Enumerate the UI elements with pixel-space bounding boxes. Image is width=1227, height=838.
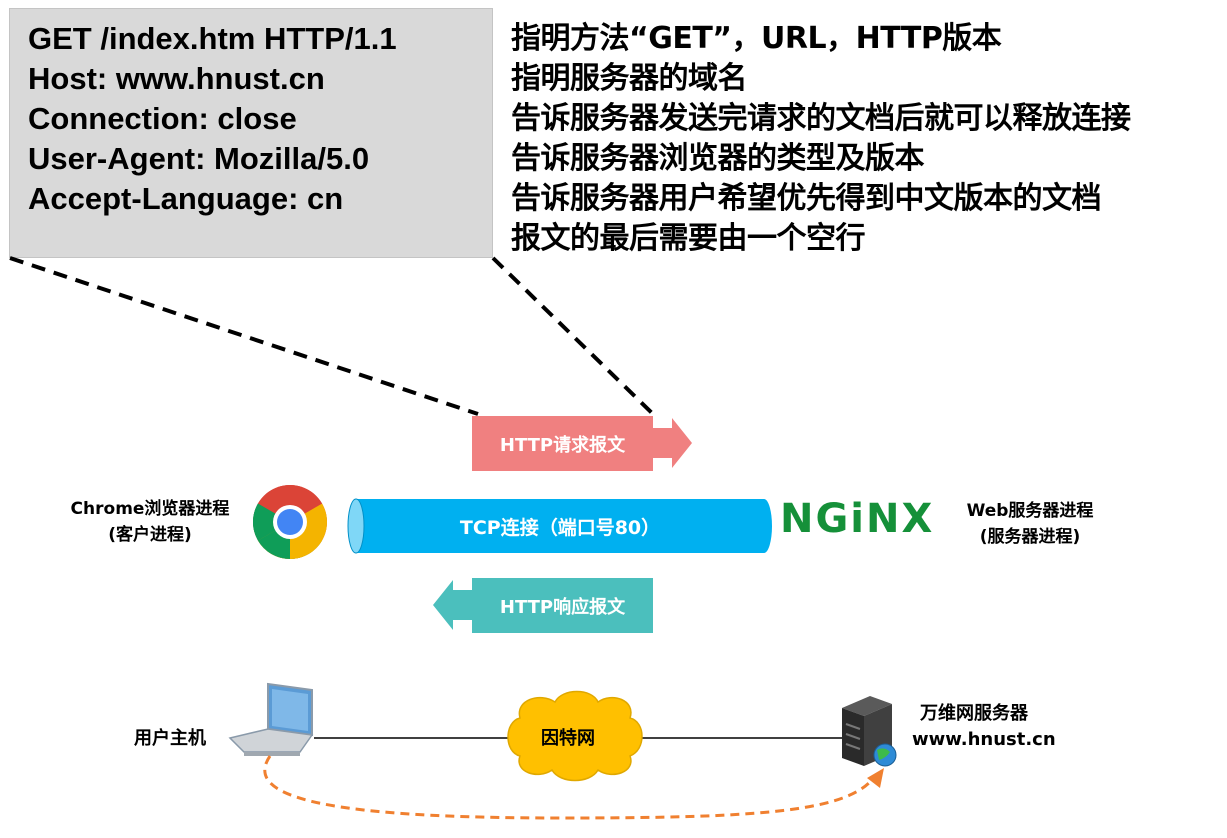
client-line2: (客户进程)	[108, 525, 192, 545]
http-request-label: HTTP请求报文	[499, 434, 626, 456]
server-icon	[842, 696, 897, 767]
request-arrow-head	[653, 418, 692, 468]
callout-dashed-line-right	[491, 256, 655, 416]
chrome-icon	[253, 485, 327, 559]
tcp-connection-label: TCP连接（端口号80）	[459, 516, 661, 539]
internet-label: 因特网	[541, 728, 595, 749]
server-line2: (服务器进程)	[979, 527, 1081, 547]
client-line1: Chrome浏览器进程	[70, 499, 230, 519]
server-process-label: Web服务器进程 (服务器进程)	[945, 498, 1115, 550]
response-arrow-head	[433, 580, 472, 630]
callout-dashed-line-left	[9, 256, 479, 416]
http-response-arrow: HTTP响应报文	[472, 578, 653, 633]
nginx-logo: NGiNX	[780, 496, 935, 542]
web-server-label: 万维网服务器	[920, 703, 1028, 724]
http-request-arrow: HTTP请求报文	[472, 416, 653, 471]
client-process-label: Chrome浏览器进程 (客户进程)	[52, 496, 248, 548]
laptop-icon	[228, 682, 314, 756]
server-line1: Web服务器进程	[966, 501, 1094, 521]
user-host-label: 用户主机	[134, 728, 206, 749]
http-response-label: HTTP响应报文	[499, 596, 626, 618]
web-server-domain: www.hnust.cn	[912, 729, 1056, 750]
dashed-curve-arrowhead	[867, 768, 884, 788]
